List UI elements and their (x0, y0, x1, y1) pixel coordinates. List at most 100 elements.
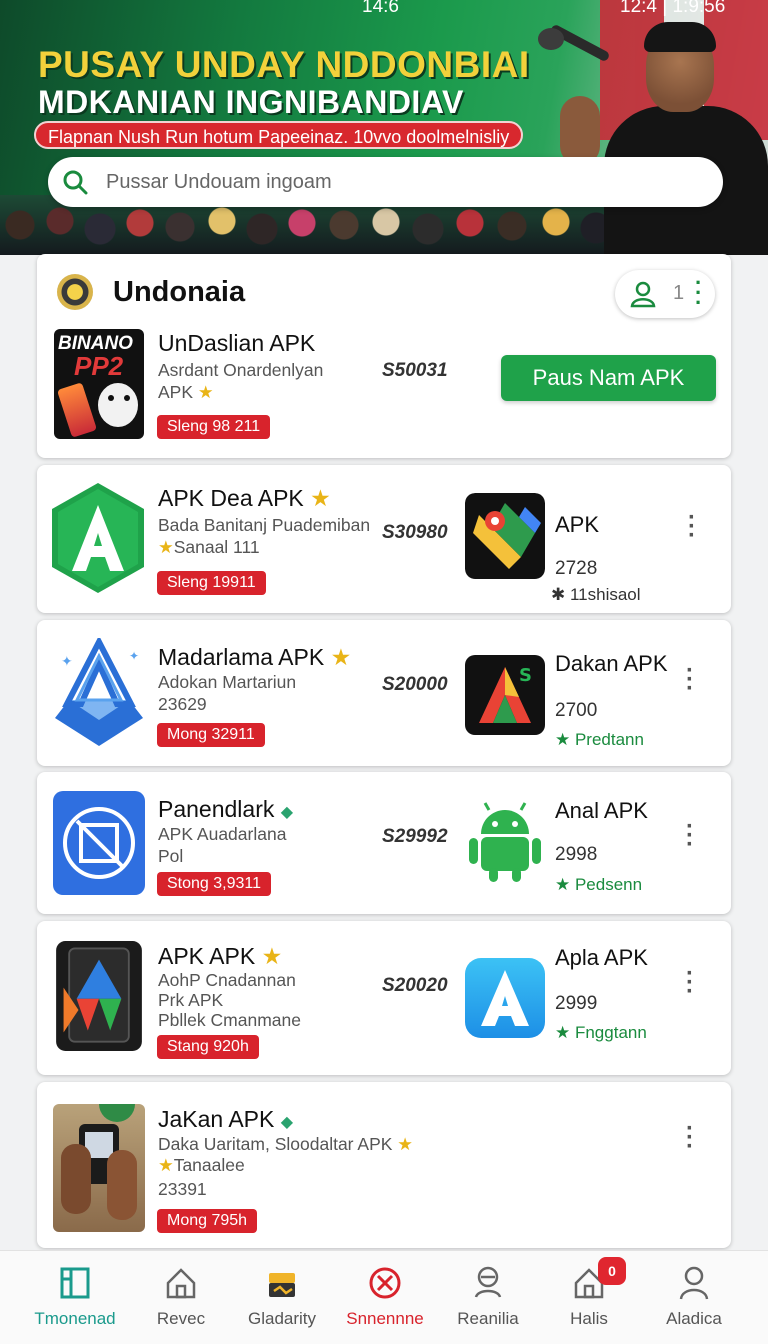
dakan-app-icon[interactable]: S (465, 652, 545, 738)
nav-item-snnennne[interactable]: Snnennne (332, 1251, 438, 1344)
profile-icon (679, 1266, 709, 1300)
nav-item-revec[interactable]: Revec (128, 1251, 234, 1344)
app-pill: Mong 795h (157, 1209, 258, 1233)
search-person-icon (474, 1266, 502, 1298)
app-desc-row: APK Auadarlana (158, 823, 286, 845)
pin-icon: ✱ (551, 585, 570, 604)
app-title-row: APK Dea APK ★ (158, 485, 331, 512)
app-desc: APK Auadarlana (158, 824, 287, 844)
app-desc-2: 23629 (158, 694, 207, 714)
brand-name: Undonaia (113, 276, 246, 308)
featured-card: Undonaia 1 · · · BINANO PP2 UnDaslian APK … (37, 254, 731, 458)
app-desc-row: ★Sanaal 111 (158, 536, 260, 559)
featured-desc-1: Asrdant Onardenlyan (158, 360, 324, 380)
right-app-title[interactable]: APK (555, 512, 599, 538)
right-app-tag-row: ★ Pedsenn (555, 875, 642, 895)
microphone-graphic (538, 23, 611, 64)
featured-title[interactable]: UnDaslian APK (158, 330, 315, 357)
right-app-tag: Predtann (574, 730, 644, 749)
nav-item-home[interactable]: Tmonenad (22, 1251, 128, 1344)
star-icon: ★ (330, 645, 352, 671)
right-app-title[interactable]: Apla APK (555, 945, 648, 971)
status-time: 14:6 (362, 0, 399, 17)
nav-label: Aladica (666, 1309, 722, 1328)
status-bar: 14:6 12:4 | 1:9:56 (0, 0, 768, 18)
app-title-row: JaKan APK ◆ (158, 1106, 293, 1133)
app-title[interactable]: Madarlama APK (158, 644, 324, 670)
right-app-title[interactable]: Dakan APK (555, 651, 668, 677)
app-pill: Sleng 19911 (157, 571, 266, 595)
user-menu-button[interactable]: 1 · · · (615, 270, 715, 318)
user-count: 1 (673, 282, 685, 304)
more-options-icon[interactable]: · · · (685, 815, 695, 857)
app-card: JaKan APK ◆ Daka Uaritam, Sloodaltar APK… (37, 1082, 731, 1248)
app-desc-row: Daka Uaritam, Sloodaltar APK ★ (158, 1133, 413, 1156)
maps-app-icon[interactable] (465, 493, 545, 579)
app-title[interactable]: Panendlark (158, 796, 274, 822)
phone-app-icon[interactable] (53, 941, 145, 1051)
right-app-title[interactable]: Anal APK (555, 798, 648, 824)
app-desc: Adokan Martariun (158, 672, 297, 692)
crystal-app-icon[interactable]: ✦ ✦ (51, 638, 147, 748)
right-app-tag-row: ✱ 11shisaol (551, 585, 641, 605)
app-price: S30980 (382, 522, 448, 543)
app-price: S20000 (382, 674, 448, 695)
search-input[interactable] (106, 165, 706, 199)
right-app-number: 2999 (555, 993, 598, 1014)
nav-item-reanilia[interactable]: Reanilia (435, 1251, 541, 1344)
nav-item-halis[interactable]: Halis (536, 1251, 642, 1344)
app-desc-2: Sanaal 111 (173, 537, 260, 557)
verified-icon: ◆ (280, 802, 294, 821)
featured-app-icon[interactable]: BINANO PP2 (54, 329, 144, 439)
star-small-icon: ★ (555, 730, 575, 749)
status-indicators: 12:4 | 1:9:56 (620, 0, 726, 17)
app-title-row: Madarlama APK ★ (158, 644, 351, 671)
app-desc: Bada Banitanj Puademiban (158, 515, 371, 535)
app-title[interactable]: APK Dea APK (158, 485, 304, 511)
jakan-app-icon[interactable] (53, 1104, 145, 1232)
app-a-icon[interactable] (52, 483, 144, 593)
user-icon (630, 281, 656, 308)
svg-text:S: S (519, 665, 532, 686)
app-card: APK Dea APK ★ Bada Banitanj Puademiban ★… (37, 465, 731, 613)
hero-banner: 14:6 12:4 | 1:9:56 PUSAY UNDAY NDDONBIAI… (0, 0, 768, 255)
app-title[interactable]: APK APK (158, 943, 255, 969)
app-desc-row-2: ★Tanaalee (158, 1154, 245, 1177)
home-shop-icon (60, 1267, 90, 1299)
search-bar[interactable] (48, 157, 723, 207)
download-apk-button[interactable]: Paus Nam APK (501, 355, 716, 401)
app-title[interactable]: JaKan APK (158, 1106, 274, 1132)
apla-app-icon[interactable] (465, 955, 545, 1041)
app-pill: Mong 32911 (157, 723, 265, 747)
brand-logo (57, 274, 93, 310)
verified-icon: ◆ (280, 1112, 294, 1131)
app-card: Panendlark ◆ APK Auadarlana Pol S29992 S… (37, 772, 731, 914)
nav-label: Gladarity (247, 1309, 317, 1328)
more-icon[interactable]: · · · (695, 272, 702, 314)
speaker-image (604, 18, 768, 255)
more-options-icon[interactable]: · · · (687, 506, 697, 548)
more-options-icon[interactable]: · · · (685, 659, 695, 701)
cancel-circle-icon (369, 1267, 401, 1299)
star-icon: ★ (197, 383, 214, 403)
featured-icon-subtext: PP2 (74, 351, 124, 381)
android-app-icon[interactable] (465, 798, 545, 884)
hero-ribbon: Flapnan Nush Run hotum Papeeinaz. 10vvo … (34, 121, 524, 149)
more-options-icon[interactable]: · · · (685, 1117, 695, 1159)
app-pill: Stong 3,9311 (157, 872, 272, 896)
right-app-tag-row: ★ Fnggtann (555, 1023, 647, 1043)
nav-item-aladica[interactable]: Aladica (641, 1251, 747, 1344)
more-options-icon[interactable]: · · · (685, 962, 695, 1004)
app-desc: AohP Cnadannan (158, 970, 296, 990)
featured-desc-row: APK ★ (158, 381, 214, 404)
star-small-icon: ★ (555, 875, 575, 894)
app-price: S29992 (382, 826, 448, 847)
nav-item-gladarity[interactable]: Gladarity (229, 1251, 335, 1344)
star-icon: ★ (310, 486, 331, 512)
app-desc-2: Pol (158, 846, 184, 866)
nav-label: Snnennne (346, 1309, 424, 1328)
app-price: S20020 (382, 975, 448, 996)
app-pill: Stang 920h (157, 1035, 259, 1059)
panendlark-app-icon[interactable] (53, 791, 145, 895)
star-icon: ★ (158, 1156, 174, 1176)
